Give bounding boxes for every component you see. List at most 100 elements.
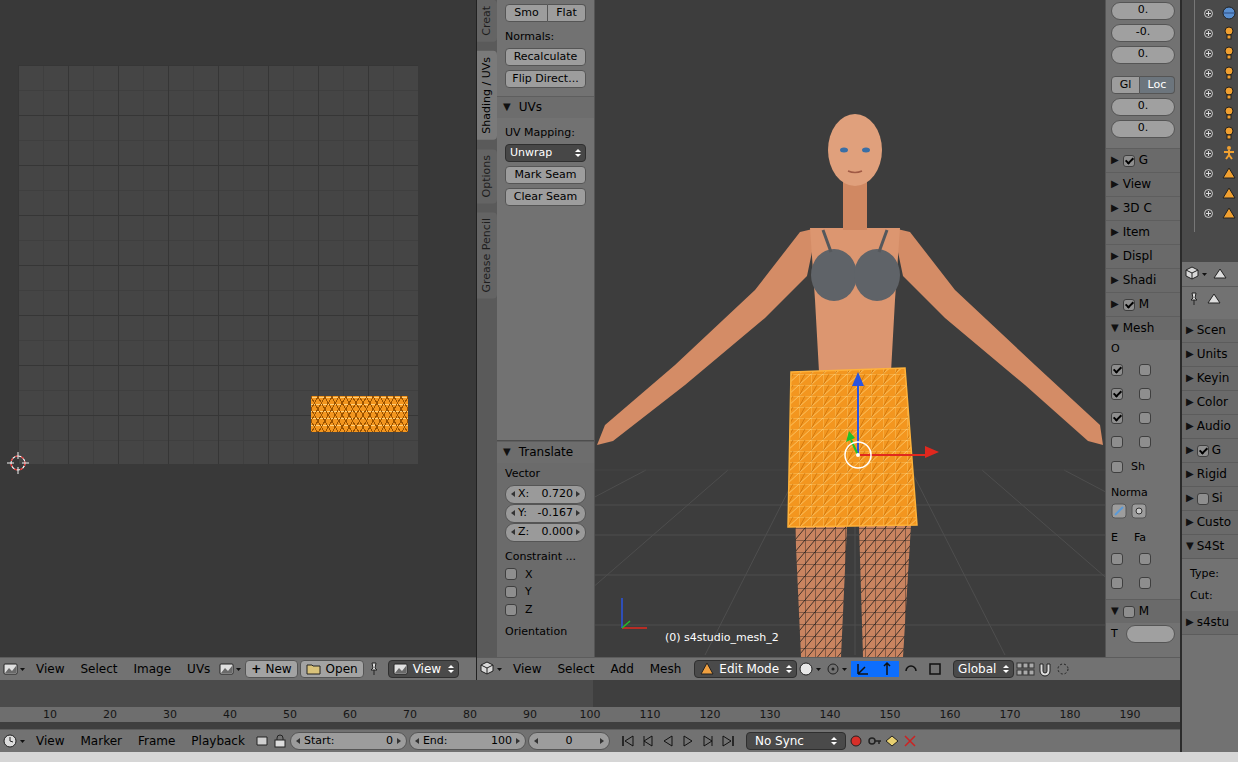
shelf-tab[interactable]: Options (477, 149, 497, 203)
outliner-row[interactable] (1182, 163, 1238, 183)
collapse-arrow[interactable]: ▶ (1186, 420, 1194, 433)
number-field[interactable]: 0. (1111, 2, 1175, 20)
menu-item[interactable]: Select (550, 662, 601, 677)
record-icon[interactable] (848, 733, 864, 749)
panel-header[interactable]: ▶Item (1106, 220, 1180, 244)
pivot-icon[interactable] (825, 661, 849, 677)
number-field[interactable]: 0. (1111, 46, 1175, 64)
view-dropdown[interactable]: View (388, 660, 459, 678)
constraint-row[interactable]: Y (505, 585, 586, 599)
panel-header[interactable]: ▶Custo (1182, 511, 1238, 535)
uv-island[interactable] (311, 396, 408, 432)
edge-checkbox[interactable] (1111, 553, 1123, 565)
collapse-arrow[interactable]: ▶ (1186, 444, 1194, 457)
panel-header[interactable]: ▶Units (1182, 343, 1238, 367)
outliner-row[interactable] (1182, 23, 1238, 43)
outliner-row[interactable] (1182, 63, 1238, 83)
shelf-tab[interactable]: Shading / UVs (477, 51, 497, 140)
edge-checkbox[interactable] (1139, 577, 1151, 589)
constraint-checkbox[interactable] (505, 586, 517, 598)
panel-header[interactable]: ▼S4St (1182, 535, 1238, 559)
constraint-checkbox[interactable] (505, 568, 517, 580)
number-field[interactable]: 0. (1111, 98, 1175, 116)
frame-ruler[interactable]: 1020304050607080901001101201301401501601… (0, 707, 1180, 722)
jump-end-icon[interactable] (720, 733, 736, 749)
panel-checkbox[interactable] (1197, 445, 1209, 457)
panel-checkbox[interactable] (1123, 155, 1135, 167)
sync-dropdown[interactable]: No Sync (746, 732, 846, 750)
overlay-checkbox[interactable] (1111, 364, 1123, 376)
face-normal-icon[interactable] (1131, 503, 1147, 519)
expand-icon[interactable] (1204, 209, 1213, 218)
editor-type-icon[interactable] (1185, 266, 1209, 282)
pin-icon[interactable] (1186, 291, 1202, 307)
expand-icon[interactable] (1204, 9, 1213, 18)
edge-checkbox[interactable] (1111, 577, 1123, 589)
panel-header[interactable]: ▼Mesh (1106, 316, 1180, 340)
image-browse-icon[interactable] (219, 661, 243, 677)
panel-header[interactable]: ▼M (1106, 599, 1180, 623)
collapse-arrow[interactable]: ▶ (1186, 396, 1194, 409)
scene-canvas[interactable] (595, 0, 1105, 657)
manipulator-icon[interactable] (899, 661, 923, 677)
panel-header[interactable]: ▶Color (1182, 391, 1238, 415)
constraint-row[interactable]: X (505, 568, 586, 582)
edge-checkbox[interactable] (1139, 553, 1151, 565)
preview-range-icon[interactable] (254, 733, 270, 749)
increment-arrow-icon[interactable] (600, 738, 604, 744)
uv-canvas[interactable] (0, 0, 476, 657)
panel-checkbox[interactable] (1123, 606, 1135, 618)
end-frame-field[interactable]: End:100 (409, 732, 526, 750)
menu-item[interactable]: UVs (180, 662, 217, 677)
seam-button[interactable]: Clear Seam (505, 188, 586, 206)
outliner-row[interactable] (1182, 3, 1238, 23)
collapse-arrow[interactable]: ▶ (1186, 516, 1194, 529)
proportional-edit-icon[interactable] (1055, 661, 1071, 677)
increment-arrow-icon[interactable] (576, 529, 580, 535)
overlay-checkbox[interactable] (1111, 412, 1123, 424)
collapse-arrow[interactable]: ▶ (1186, 468, 1194, 481)
shelf-tab[interactable]: Grease Pencil (477, 212, 497, 298)
current-frame-field[interactable]: 0 (528, 732, 610, 750)
decrement-arrow-icon[interactable] (511, 510, 515, 516)
outliner-row[interactable] (1182, 43, 1238, 63)
play-icon[interactable] (680, 733, 696, 749)
menu-item[interactable]: Playback (184, 734, 252, 749)
menu-item[interactable]: Frame (131, 734, 182, 749)
seam-button[interactable]: Mark Seam (505, 166, 586, 184)
viewport-shading-icon[interactable] (799, 661, 823, 677)
editor-type-icon[interactable] (3, 661, 27, 677)
overlay-checkbox[interactable] (1111, 388, 1123, 400)
collapse-arrow[interactable]: ▼ (503, 446, 511, 459)
overlay-checkbox[interactable] (1139, 436, 1151, 448)
jump-start-icon[interactable] (620, 733, 636, 749)
overlay-checkbox[interactable] (1139, 388, 1151, 400)
decrement-arrow-icon[interactable] (511, 529, 515, 535)
expand-icon[interactable] (1204, 129, 1213, 138)
collapse-arrow[interactable]: ▶ (1111, 274, 1119, 287)
number-field[interactable]: 0. (1111, 120, 1175, 138)
menu-item[interactable]: View (29, 662, 71, 677)
panel-header[interactable]: ▶M (1106, 292, 1180, 316)
collapse-arrow[interactable]: ▼ (1186, 540, 1194, 553)
mode-dropdown[interactable]: Edit Mode (694, 660, 797, 678)
collapse-arrow[interactable]: ▶ (1186, 492, 1194, 505)
next-keyframe-icon[interactable] (700, 733, 716, 749)
collapse-arrow[interactable]: ▶ (1186, 372, 1194, 385)
panel-header[interactable]: ▶3D C (1106, 196, 1180, 220)
menu-item[interactable]: View (29, 734, 71, 749)
uv-mapping-dropdown[interactable]: Unwrap (505, 144, 586, 162)
number-field[interactable]: -0. (1111, 24, 1175, 42)
decrement-arrow-icon[interactable] (296, 738, 300, 744)
panel-header[interactable]: ▶Keyin (1182, 367, 1238, 391)
collapse-arrow[interactable]: ▼ (1111, 322, 1119, 335)
collapse-arrow[interactable]: ▶ (1186, 324, 1194, 337)
expand-icon[interactable] (1204, 89, 1213, 98)
collapse-arrow[interactable]: ▼ (503, 101, 511, 114)
collapse-arrow[interactable]: ▶ (1111, 298, 1119, 311)
outliner-row[interactable] (1182, 143, 1238, 163)
overlay-checkbox[interactable] (1111, 436, 1123, 448)
expand-icon[interactable] (1204, 29, 1213, 38)
expand-icon[interactable] (1204, 49, 1213, 58)
menu-item[interactable]: Image (127, 662, 179, 677)
